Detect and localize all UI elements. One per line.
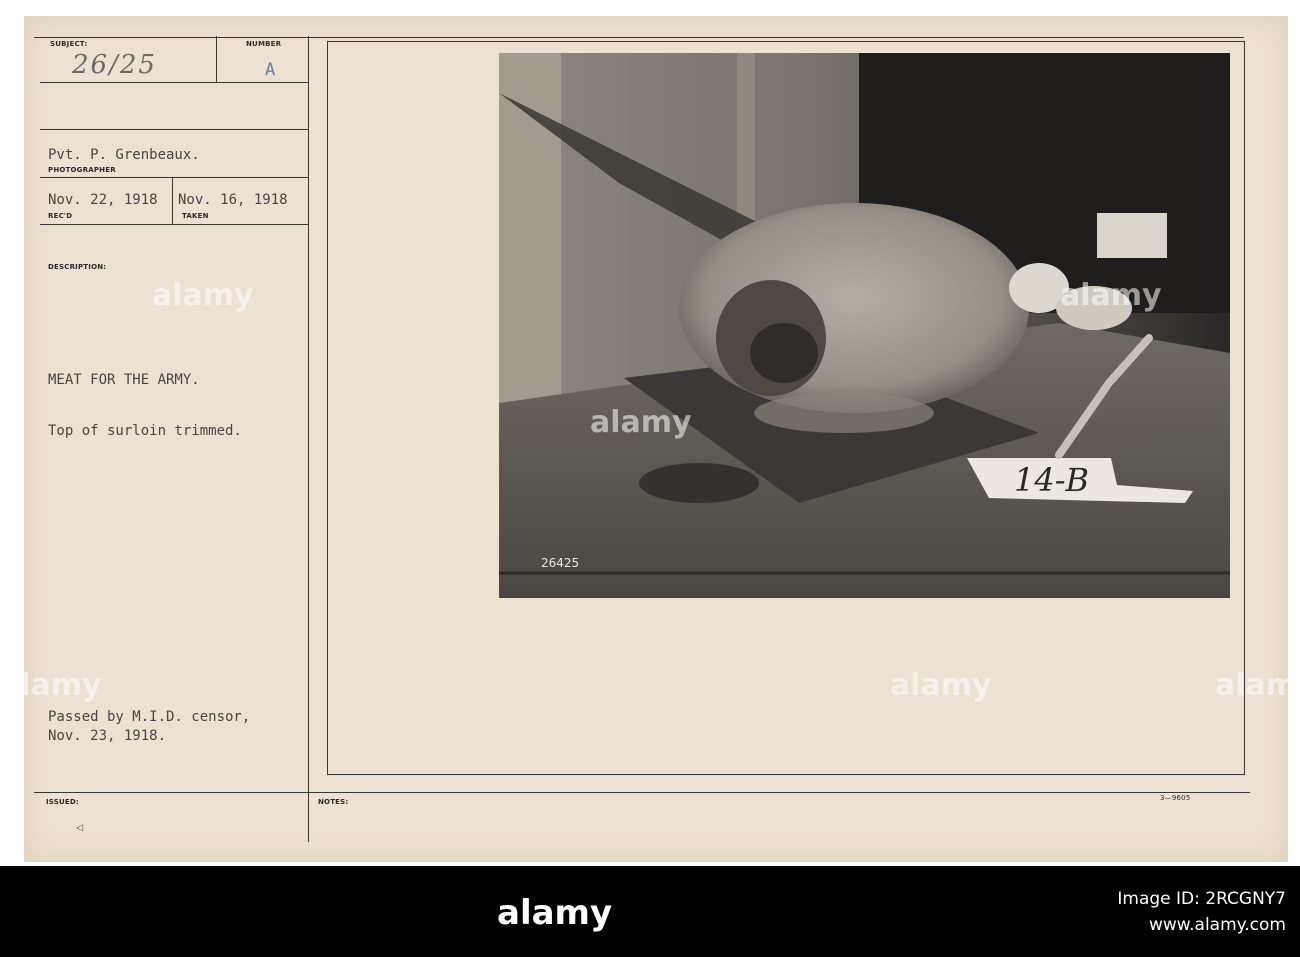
footer-image-id: Image ID: 2RCGNY7	[1117, 889, 1286, 909]
dates-divider	[172, 178, 173, 224]
censor-line-1: Passed by M.I.D. censor,	[48, 709, 251, 725]
recd-label: REC'D	[48, 212, 73, 220]
footer-bar	[0, 866, 1300, 957]
footer-logo[interactable]: alamy	[497, 893, 612, 933]
watermark-4: alamy	[0, 668, 102, 703]
watermark-5: alamy	[890, 668, 992, 703]
photo-frame-left	[327, 41, 328, 775]
subject-bottom-line	[40, 82, 308, 83]
label-card-text: 14-B	[1014, 461, 1089, 499]
censor-line-2: Nov. 23, 1918.	[48, 728, 167, 744]
number-value: A	[265, 60, 276, 80]
taken-label: TAKEN	[182, 212, 209, 220]
photo-frame-top	[327, 41, 1245, 42]
watermark-2: alamy	[590, 405, 692, 440]
photograph: 14-B 26425	[499, 53, 1230, 598]
recd-value: Nov. 22, 1918	[48, 192, 158, 208]
photographer-bottom-line	[40, 177, 308, 178]
form-code: 3—9605	[1160, 794, 1191, 802]
photographer-top-line	[40, 129, 308, 130]
footer-url[interactable]: www.alamy.com	[1030, 915, 1286, 935]
subject-label: SUBJECT:	[50, 40, 88, 48]
description-label: DESCRIPTION:	[48, 263, 107, 271]
issued-mark: ◁	[76, 820, 84, 834]
photographer-value: Pvt. P. Grenbeaux.	[48, 147, 200, 163]
dates-bottom-line	[40, 224, 308, 225]
photograph-scene: 14-B 26425	[499, 53, 1230, 598]
watermark-6: alamy	[1215, 668, 1300, 703]
taken-value: Nov. 16, 1918	[178, 192, 288, 208]
photo-frame-bottom	[327, 774, 1245, 775]
subject-divider	[216, 36, 217, 82]
left-column-divider	[308, 36, 309, 842]
description-line-2: Top of surloin trimmed.	[48, 423, 242, 439]
description-line-1: MEAT FOR THE ARMY.	[48, 372, 200, 388]
number-label: NUMBER	[246, 40, 282, 48]
watermark-3: alamy	[1060, 278, 1162, 313]
photographer-label: PHOTOGRAPHER	[48, 166, 116, 174]
notes-label: NOTES:	[318, 798, 349, 806]
negative-number: 26425	[541, 556, 579, 570]
issued-label: ISSUED:	[46, 798, 79, 806]
notes-top-line	[34, 792, 1250, 793]
subject-value: 26/25	[72, 50, 157, 80]
watermark-1: alamy	[152, 278, 254, 313]
photo-frame-right	[1244, 41, 1245, 775]
